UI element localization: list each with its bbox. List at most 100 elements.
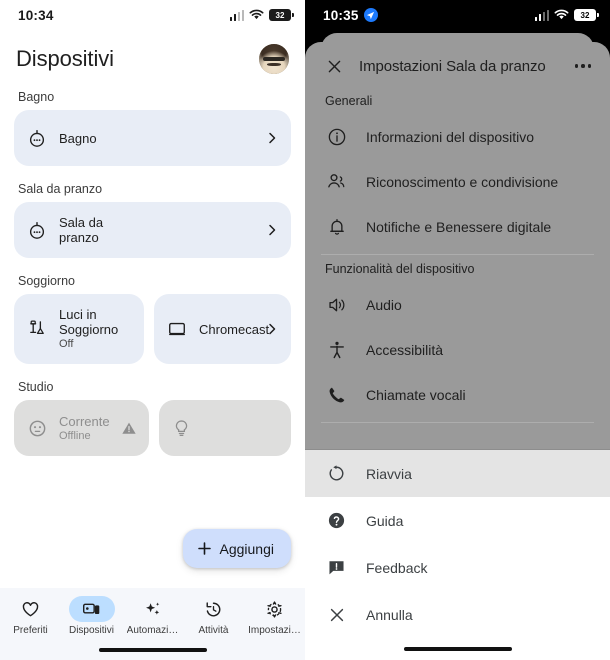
device-card-chromecast[interactable]: Chromecast (154, 294, 291, 364)
battery-level: 32 (580, 10, 590, 20)
device-card-luci-in-soggiorno[interactable]: Luci in Soggiorno Off (14, 294, 144, 364)
action-riavvia[interactable]: Riavvia (305, 450, 610, 497)
outlet-icon (26, 417, 48, 439)
add-device-fab[interactable]: Aggiungi (182, 529, 291, 568)
menu-item-label: Accessibilità (366, 341, 444, 358)
action-label: Feedback (366, 559, 428, 576)
lamp-icon (26, 318, 48, 340)
section-divider-bottom (321, 422, 594, 423)
device-name: Chromecast (199, 321, 270, 337)
avatar[interactable] (259, 44, 289, 74)
cellular-signal-icon (229, 9, 244, 21)
fab-label: Aggiungi (219, 540, 275, 557)
close-icon (326, 604, 347, 625)
device-card-corrente[interactable]: Corrente Offline (14, 400, 149, 456)
device-card-bagno[interactable]: Bagno (14, 110, 291, 166)
group-sala-da-pranzo: Sala da pranzo Sala da pranzo (0, 166, 305, 258)
devices-icon (68, 596, 115, 622)
menu-item-notifiche-benessere[interactable]: Notifiche e Benessere digitale (305, 204, 610, 249)
action-guida[interactable]: Guida (305, 497, 610, 544)
left-header: Dispositivi (0, 30, 305, 74)
nav-label: Attività (198, 625, 229, 636)
tv-icon (166, 318, 188, 340)
group-soggiorno: Soggiorno Luci in Soggiorno Off Chromeca… (0, 258, 305, 364)
action-label: Riavvia (366, 465, 412, 482)
restart-icon (326, 463, 347, 484)
device-status: Offline (59, 429, 91, 442)
card-text: Bagno (59, 131, 254, 146)
speaker-dot-icon (26, 127, 48, 149)
phone-icon (326, 384, 347, 405)
speaker-dot-icon (26, 219, 48, 241)
bell-icon (326, 216, 347, 237)
nav-label: Automazi… (126, 625, 179, 636)
close-icon[interactable] (323, 55, 345, 77)
heart-icon (8, 596, 54, 622)
card-row: Corrente Offline (14, 400, 291, 456)
more-options-icon[interactable] (572, 55, 594, 77)
info-icon (326, 126, 347, 147)
chevron-right-icon (265, 131, 279, 145)
warning-triangle-icon (121, 420, 137, 436)
card-text: Sala da pranzo (59, 215, 254, 245)
home-indicator[interactable] (403, 646, 512, 651)
card-text: Corrente Offline (59, 414, 110, 443)
help-icon (326, 510, 347, 531)
menu-item-informazioni-dispositivo[interactable]: Informazioni del dispositivo (305, 114, 610, 159)
card-row: Sala da pranzo (14, 202, 291, 258)
action-bottom-sheet: Riavvia Guida Feedback Annulla (305, 450, 610, 660)
battery-icon: 32 (269, 9, 294, 21)
battery-level: 32 (275, 10, 285, 20)
section-label-generali: Generali (325, 94, 373, 108)
group-label: Bagno (18, 90, 55, 104)
sparkles-icon (130, 596, 176, 622)
action-feedback[interactable]: Feedback (305, 544, 610, 591)
wifi-icon (554, 9, 569, 20)
left-phone-screen: 10:34 32 Dispositivi Bagno Bagno Sala da… (0, 0, 305, 660)
left-status-bar: 10:34 32 (0, 0, 305, 30)
volume-icon (326, 294, 347, 315)
chevron-right-icon (265, 223, 279, 237)
nav-label: Dispositivi (68, 625, 114, 636)
nav-item-impostazioni[interactable]: Impostazi… (244, 596, 305, 636)
nav-label: Preferiti (13, 625, 48, 636)
gear-icon (252, 596, 298, 622)
menu-item-riconoscimento-condivisione[interactable]: Riconoscimento e condivisione (305, 159, 610, 204)
menu-item-label: Chiamate vocali (366, 386, 466, 403)
battery-icon: 32 (574, 9, 599, 21)
status-time: 10:35 (323, 7, 359, 23)
dual-screenshot-container: 10:34 32 Dispositivi Bagno Bagno Sala da… (0, 0, 610, 660)
nav-item-dispositivi[interactable]: Dispositivi (61, 596, 122, 636)
card-row: Bagno (14, 110, 291, 166)
feedback-icon (326, 557, 347, 578)
status-icons: 32 (534, 9, 599, 21)
device-status: Off (59, 338, 74, 350)
group-label: Studio (18, 380, 54, 394)
avatar-mustache (267, 62, 281, 66)
group-label: Soggiorno (18, 274, 75, 288)
device-name: Corrente (59, 413, 110, 429)
menu-item-accessibilita[interactable]: Accessibilità (305, 327, 610, 372)
plus-icon (197, 542, 211, 555)
history-icon (191, 596, 237, 622)
cellular-signal-icon (534, 9, 549, 21)
chevron-right-icon (265, 322, 279, 336)
group-label: Sala da pranzo (18, 182, 103, 196)
device-card-sala-da-pranzo[interactable]: Sala da pranzo (14, 202, 291, 258)
menu-item-chiamate-vocali[interactable]: Chiamate vocali (305, 372, 610, 417)
nav-item-automazioni[interactable]: Automazi… (122, 596, 183, 636)
device-name: Luci in Soggiorno (59, 307, 119, 337)
page-title: Dispositivi (16, 46, 114, 71)
device-card-lampada[interactable] (158, 400, 291, 456)
nav-item-preferiti[interactable]: Preferiti (0, 596, 61, 636)
status-icons: 32 (229, 9, 294, 21)
status-time: 10:34 (18, 7, 54, 23)
right-status-bar: 10:35 32 (305, 0, 610, 30)
action-annulla[interactable]: Annulla (305, 591, 610, 638)
wifi-icon (249, 9, 264, 20)
menu-item-audio[interactable]: Audio (305, 282, 610, 327)
bulb-icon (171, 417, 193, 439)
nav-item-attivita[interactable]: Attività (183, 596, 244, 636)
home-indicator[interactable] (98, 648, 207, 652)
menu-item-label: Audio (366, 296, 402, 313)
